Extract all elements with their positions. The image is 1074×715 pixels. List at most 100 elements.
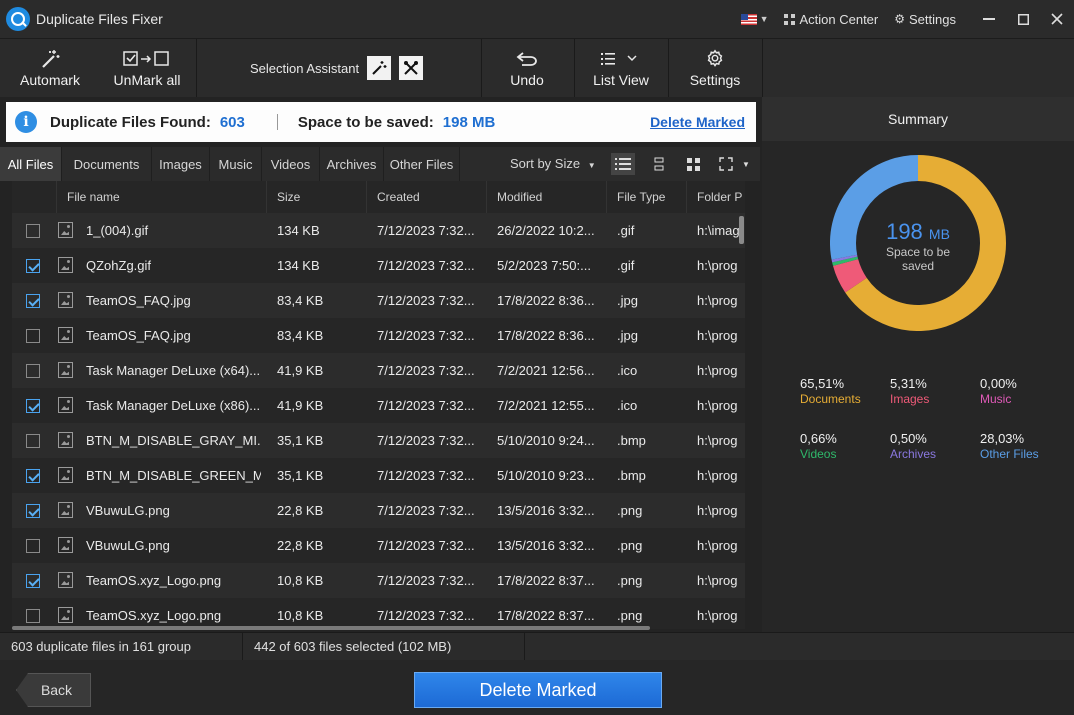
col-size-header[interactable]: Size <box>266 181 366 213</box>
grid-icon <box>686 157 700 171</box>
tab-music[interactable]: Music <box>210 147 262 181</box>
row-checkbox[interactable] <box>26 259 40 273</box>
col-file-type-header[interactable]: File Type <box>606 181 686 213</box>
cell-created: 7/12/2023 7:32... <box>377 398 475 413</box>
row-checkbox[interactable] <box>26 329 40 343</box>
cell-type: .bmp <box>617 468 646 483</box>
row-checkbox[interactable] <box>26 294 40 308</box>
action-center-button[interactable]: Action Center <box>784 12 878 27</box>
toolbar: Automark UnMark all Selection Assistant … <box>0 38 1074 97</box>
magic-wand-icon <box>39 48 61 70</box>
row-checkbox[interactable] <box>26 399 40 413</box>
tab-all-files[interactable]: All Files <box>0 147 62 181</box>
col-modified-header[interactable]: Modified <box>486 181 606 213</box>
settings-button[interactable]: Settings <box>669 39 761 97</box>
close-icon <box>1051 13 1063 25</box>
grid-view-toggle[interactable] <box>681 153 705 175</box>
tab-images[interactable]: Images <box>152 147 210 181</box>
col-file-name-header[interactable]: File name <box>56 181 266 213</box>
list-view-toggle[interactable] <box>611 153 635 175</box>
maximize-button[interactable] <box>1006 0 1040 38</box>
summary-total-number: 198 <box>886 219 923 244</box>
tab-archives[interactable]: Archives <box>320 147 384 181</box>
tab-documents[interactable]: Documents <box>62 147 152 181</box>
unmark-all-button[interactable]: UnMark all <box>106 39 188 97</box>
cell-created: 7/12/2023 7:32... <box>377 538 475 553</box>
delete-marked-link[interactable]: Delete Marked <box>650 114 745 130</box>
table-row[interactable]: TeamOS_FAQ.jpg 83,4 KB 7/12/2023 7:32... 17… <box>12 318 745 353</box>
cell-size: 83,4 KB <box>277 328 324 343</box>
view-options-dropdown[interactable]: ▼ <box>738 153 754 175</box>
cell-type: .png <box>617 538 643 553</box>
stat-name: Other Files <box>980 447 1039 461</box>
table-row[interactable]: VBuwuLG.png 22,8 KB 7/12/2023 7:32... 13/5/… <box>12 493 745 528</box>
image-file-icon <box>58 572 73 588</box>
table-row[interactable]: BTN_M_DISABLE_GREEN_M... 35,1 KB 7/12/2023… <box>12 458 745 493</box>
table-row[interactable]: TeamOS.xyz_Logo.png 10,8 KB 7/12/2023 7:32… <box>12 563 745 598</box>
row-checkbox[interactable] <box>26 469 40 483</box>
table-row[interactable]: QZohZg.gif 134 KB 7/12/2023 7:32... 5/2/202… <box>12 248 745 283</box>
row-checkbox[interactable] <box>26 609 40 623</box>
cell-modified: 7/2/2021 12:55... <box>497 398 595 413</box>
table-row[interactable]: VBuwuLG.png 22,8 KB 7/12/2023 7:32... 13/5/… <box>12 528 745 563</box>
tab-videos[interactable]: Videos <box>262 147 320 181</box>
col-created-header[interactable]: Created <box>366 181 486 213</box>
vertical-scrollbar[interactable] <box>739 216 744 244</box>
selection-tools-button[interactable] <box>399 56 424 80</box>
automark-button[interactable]: Automark <box>12 39 88 97</box>
summary-total: 198 MB <box>762 219 1074 245</box>
cell-type: .ico <box>617 363 638 378</box>
summary-total-unit: MB <box>928 226 950 242</box>
table-row[interactable]: Task Manager DeLuxe (x64)... 41,9 KB 7/12/… <box>12 353 745 388</box>
cell-type: .ico <box>617 398 638 413</box>
expand-view-toggle[interactable] <box>714 153 738 175</box>
row-checkbox[interactable] <box>26 539 40 553</box>
language-flag-icon[interactable] <box>740 13 757 25</box>
col-folder-path-header[interactable]: Folder P <box>686 181 745 213</box>
info-icon: i <box>15 111 37 133</box>
image-file-icon <box>58 222 73 238</box>
found-label: Duplicate Files Found: <box>50 113 211 131</box>
row-checkbox[interactable] <box>26 434 40 448</box>
selection-assistant: Selection Assistant <box>250 55 431 81</box>
cell-type: .jpg <box>617 293 638 308</box>
table-row[interactable]: TeamOS.xyz_Logo.png 10,8 KB 7/12/2023 7:32… <box>12 598 745 629</box>
back-button[interactable]: Back <box>16 673 91 707</box>
title-settings-button[interactable]: ⚙ Settings <box>894 12 956 27</box>
cell-folder: h:\prog <box>697 258 738 273</box>
cell-modified: 13/5/2016 3:32... <box>497 538 595 553</box>
undo-button[interactable]: Undo <box>482 39 572 97</box>
unmark-all-label: UnMark all <box>113 72 181 88</box>
table-row[interactable]: BTN_M_DISABLE_GRAY_MI... 35,1 KB 7/12/2023… <box>12 423 745 458</box>
table-row[interactable]: Task Manager DeLuxe (x86)... 41,9 KB 7/12/… <box>12 388 745 423</box>
cell-modified: 26/2/2022 10:2... <box>497 223 595 238</box>
cell-size: 134 KB <box>277 258 320 273</box>
sort-dropdown[interactable]: Sort by Size ▼ <box>510 156 596 171</box>
cell-size: 35,1 KB <box>277 433 324 448</box>
list-view-button[interactable]: List View <box>575 39 667 97</box>
tab-other-files[interactable]: Other Files <box>384 147 460 181</box>
cell-type: .gif <box>617 258 635 273</box>
status-groups: 603 duplicate files in 161 group <box>11 639 191 654</box>
row-checkbox[interactable] <box>26 504 40 518</box>
row-checkbox[interactable] <box>26 364 40 378</box>
close-button[interactable] <box>1040 0 1074 38</box>
donut-slice-videos <box>832 256 859 266</box>
row-checkbox[interactable] <box>26 224 40 238</box>
table-row[interactable]: 1_(004).gif 134 KB 7/12/2023 7:32... 26/2/2… <box>12 213 745 248</box>
minimize-icon <box>983 18 995 20</box>
selection-wand-button[interactable] <box>367 56 392 80</box>
delete-marked-button[interactable]: Delete Marked <box>414 672 662 708</box>
cell-modified: 17/8/2022 8:37... <box>497 573 595 588</box>
chevron-down-icon[interactable]: ▼ <box>760 14 769 24</box>
horizontal-scrollbar[interactable] <box>12 626 650 630</box>
stat-name: Music <box>980 392 1012 406</box>
summary-title: Summary <box>762 97 1074 141</box>
status-selected: 442 of 603 files selected (102 MB) <box>254 639 452 654</box>
table-row[interactable]: TeamOS_FAQ.jpg 83,4 KB 7/12/2023 7:32... 17… <box>12 283 745 318</box>
row-checkbox[interactable] <box>26 574 40 588</box>
minimize-button[interactable] <box>972 0 1006 38</box>
detail-view-toggle[interactable] <box>647 153 671 175</box>
cell-name: Task Manager DeLuxe (x64)... <box>86 363 261 378</box>
cell-created: 7/12/2023 7:32... <box>377 363 475 378</box>
